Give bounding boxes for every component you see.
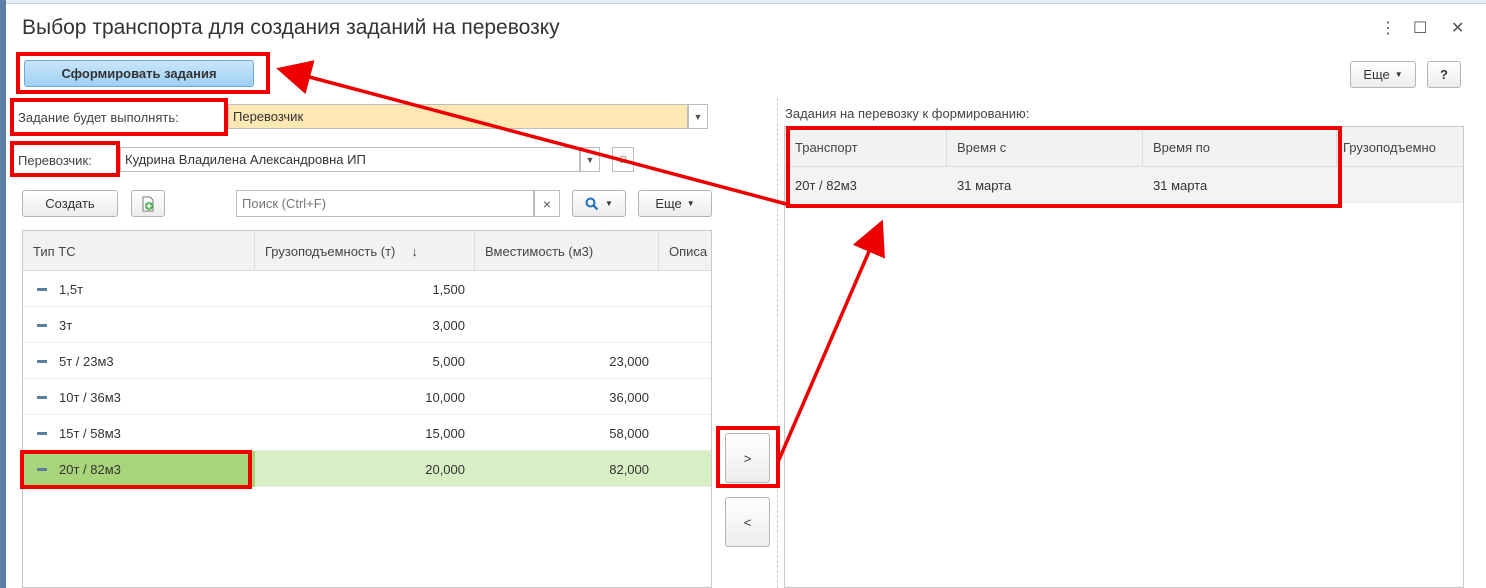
table-body: 1,5т 1,500 3т 3,000 5т / 23м3 5,000 23,000 10т … bbox=[23, 271, 711, 487]
cell-type-text: 20т / 82м3 bbox=[59, 461, 121, 477]
close-icon[interactable]: ✕ bbox=[1451, 18, 1464, 38]
cell-type: 1,5т bbox=[23, 271, 255, 307]
cell-capacity: 1,500 bbox=[432, 281, 465, 297]
row-marker-icon bbox=[37, 359, 47, 363]
add-to-tasks-button[interactable]: > bbox=[725, 433, 770, 483]
cell-capacity: 15,000 bbox=[425, 425, 465, 441]
cell-volume: 58,000 bbox=[609, 425, 649, 441]
list-more-button[interactable]: Еще ▼ bbox=[638, 190, 712, 217]
table-body: 20т / 82м3 31 марта 31 марта bbox=[785, 167, 1463, 203]
column-header-time-to[interactable]: Время по bbox=[1143, 127, 1337, 167]
window-title: Выбор транспорта для создания заданий на… bbox=[22, 16, 560, 39]
cell-time-to: 31 марта bbox=[1153, 177, 1208, 193]
cell-type: 20т / 82м3 bbox=[23, 451, 255, 487]
cell-volume: 36,000 bbox=[609, 389, 649, 405]
cell-volume: 23,000 bbox=[609, 353, 649, 369]
tasks-table[interactable]: Транспорт Время с Время по Грузоподъемно… bbox=[784, 126, 1464, 588]
table-row[interactable]: 3т 3,000 bbox=[23, 307, 711, 343]
executor-field[interactable]: Перевозчик bbox=[228, 104, 688, 129]
create-button[interactable]: Создать bbox=[22, 190, 118, 217]
cell-type: 5т / 23м3 bbox=[23, 343, 255, 379]
table-row[interactable]: 20т / 82м3 31 марта 31 марта bbox=[785, 167, 1463, 203]
arrow-to-create-tasks bbox=[276, 60, 791, 207]
help-button[interactable]: ? bbox=[1427, 61, 1461, 88]
remove-from-tasks-button[interactable]: < bbox=[725, 497, 770, 547]
executor-dropdown-icon[interactable]: ▼ bbox=[688, 104, 708, 129]
window-edge bbox=[0, 0, 6, 588]
table-row[interactable]: 20т / 82м3 20,000 82,000 bbox=[23, 451, 711, 487]
table-header: Транспорт Время с Время по Грузоподъемно bbox=[785, 127, 1463, 167]
column-header-time-from[interactable]: Время с bbox=[947, 127, 1143, 167]
add-copy-button[interactable] bbox=[131, 190, 165, 217]
add-document-icon bbox=[142, 196, 154, 211]
list-more-label: Еще bbox=[655, 196, 682, 211]
more-button[interactable]: Еще ▼ bbox=[1350, 61, 1416, 88]
column-header-type[interactable]: Тип ТС bbox=[23, 231, 255, 271]
column-header-capacity[interactable]: Грузоподъемность (т) ↓ bbox=[255, 231, 475, 271]
carrier-open-icon[interactable]: ◻ bbox=[612, 147, 634, 172]
cell-type-text: 15т / 58м3 bbox=[59, 425, 121, 441]
column-header-lift-capacity[interactable]: Грузоподъемно bbox=[1337, 127, 1463, 167]
cell-type-text: 3т bbox=[59, 317, 73, 333]
row-marker-icon bbox=[37, 467, 47, 471]
cell-type: 3т bbox=[23, 307, 255, 343]
cell-volume: 82,000 bbox=[609, 461, 649, 477]
carrier-field[interactable]: Кудрина Владилена Александровна ИП bbox=[120, 147, 580, 172]
cell-capacity: 3,000 bbox=[432, 317, 465, 333]
carrier-dropdown-icon[interactable]: ▼ bbox=[580, 147, 600, 172]
vehicle-types-table[interactable]: Тип ТС Грузоподъемность (т) ↓ Вместимост… bbox=[22, 230, 712, 588]
more-button-label: Еще bbox=[1363, 67, 1390, 82]
cell-capacity: 20,000 bbox=[425, 461, 465, 477]
row-marker-icon bbox=[37, 395, 47, 399]
chevron-down-icon: ▼ bbox=[605, 199, 613, 208]
column-header-transport[interactable]: Транспорт bbox=[785, 127, 947, 167]
carrier-label: Перевозчик: bbox=[18, 153, 92, 168]
maximize-icon[interactable]: ☐ bbox=[1413, 18, 1427, 38]
top-strip bbox=[0, 0, 1486, 4]
cell-type: 10т / 36м3 bbox=[23, 379, 255, 415]
chevron-down-icon: ▼ bbox=[686, 199, 695, 208]
executor-label: Задание будет выполнять: bbox=[18, 110, 179, 125]
table-header: Тип ТС Грузоподъемность (т) ↓ Вместимост… bbox=[23, 231, 711, 271]
cell-capacity: 10,000 bbox=[425, 389, 465, 405]
row-marker-icon bbox=[37, 431, 47, 435]
search-button[interactable]: ▼ bbox=[572, 190, 626, 217]
column-header-volume[interactable]: Вместимость (м3) bbox=[475, 231, 659, 271]
search-icon bbox=[585, 197, 599, 210]
cell-time-from: 31 марта bbox=[957, 177, 1012, 193]
panel-divider bbox=[777, 98, 778, 588]
cell-capacity: 5,000 bbox=[432, 353, 465, 369]
chevron-down-icon: ▼ bbox=[1394, 70, 1403, 79]
table-row[interactable]: 5т / 23м3 5,000 23,000 bbox=[23, 343, 711, 379]
search-field[interactable] bbox=[236, 190, 534, 217]
clear-search-icon[interactable]: × bbox=[534, 190, 560, 217]
table-row[interactable]: 1,5т 1,500 bbox=[23, 271, 711, 307]
search-input[interactable] bbox=[237, 191, 533, 216]
column-header-description[interactable]: Описа bbox=[659, 231, 711, 271]
cell-type-text: 1,5т bbox=[59, 281, 84, 297]
table-row[interactable]: 10т / 36м3 10,000 36,000 bbox=[23, 379, 711, 415]
row-marker-icon bbox=[37, 323, 47, 327]
cell-volume bbox=[475, 271, 659, 307]
column-header-capacity-label: Грузоподъемность (т) bbox=[265, 243, 396, 259]
create-tasks-button[interactable]: Сформировать задания bbox=[24, 60, 254, 87]
tasks-caption: Задания на перевозку к формированию: bbox=[785, 106, 1030, 121]
more-actions-icon[interactable]: ⋮ bbox=[1380, 18, 1396, 38]
row-marker-icon bbox=[37, 287, 47, 291]
table-row[interactable]: 15т / 58м3 15,000 58,000 bbox=[23, 415, 711, 451]
cell-volume bbox=[475, 307, 659, 343]
sort-desc-icon: ↓ bbox=[411, 243, 418, 259]
cell-type-text: 5т / 23м3 bbox=[59, 353, 114, 369]
cell-transport: 20т / 82м3 bbox=[795, 177, 857, 193]
cell-type-text: 10т / 36м3 bbox=[59, 389, 121, 405]
cell-type: 15т / 58м3 bbox=[23, 415, 255, 451]
